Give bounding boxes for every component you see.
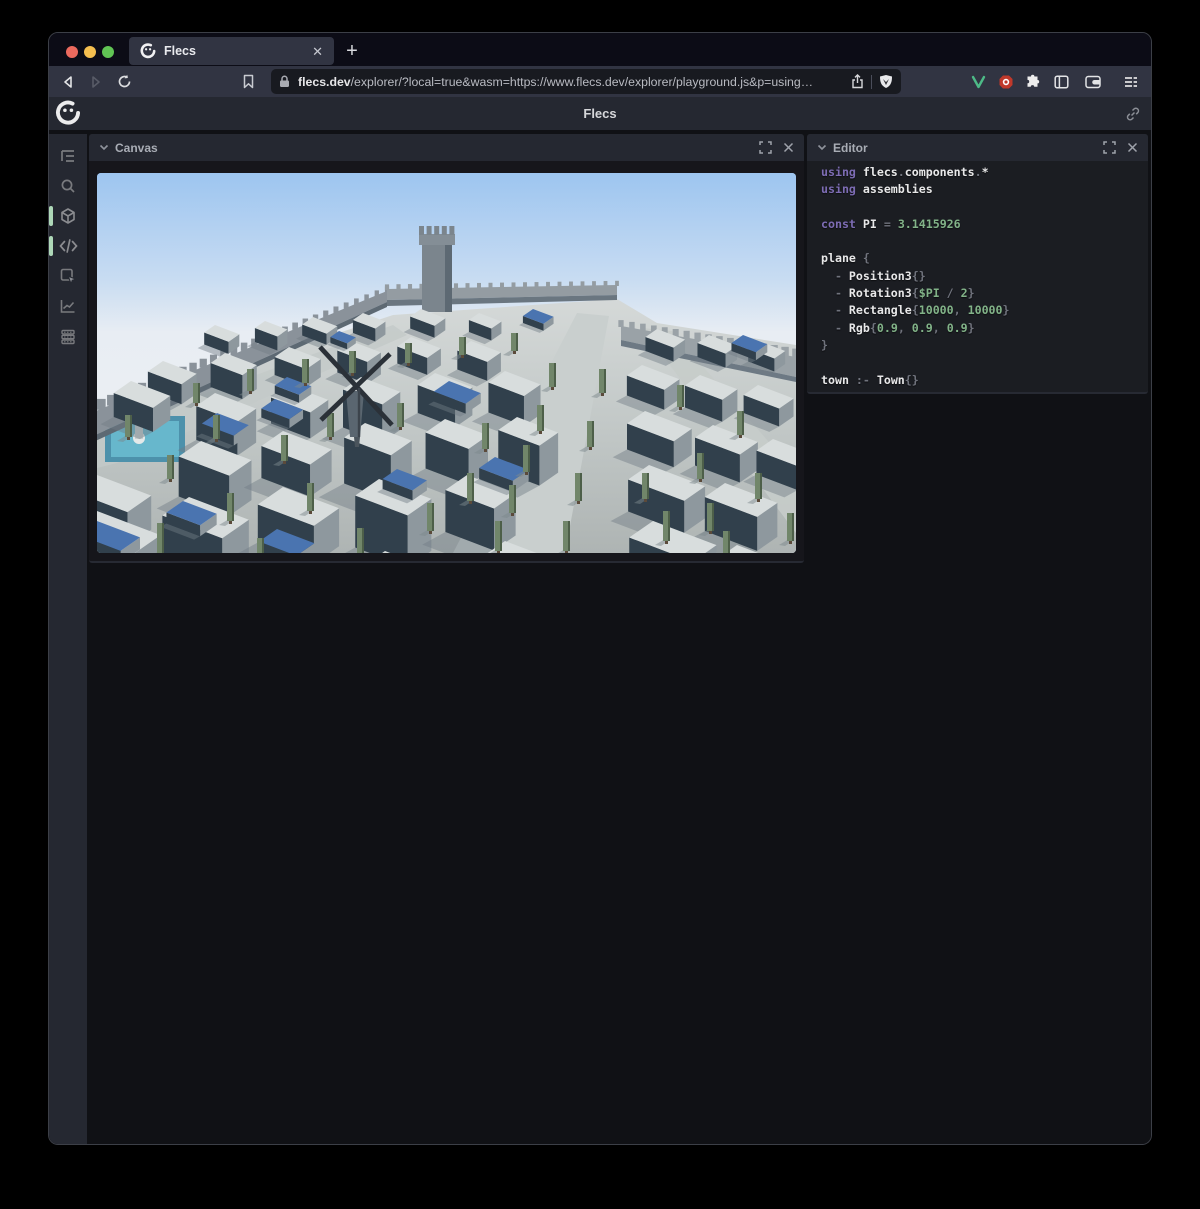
- menu-icon[interactable]: [1120, 66, 1142, 97]
- window-minimize-button[interactable]: [84, 46, 96, 58]
- code-editor-icon[interactable]: [49, 231, 87, 261]
- adblock-icon[interactable]: [995, 66, 1017, 97]
- tab-close-icon[interactable]: ✕: [312, 45, 323, 58]
- browser-window: Flecs ✕ + flecs.dev/explorer/?local=true…: [48, 32, 1152, 1145]
- canvas-close-icon[interactable]: [783, 142, 794, 153]
- queries-list-icon[interactable]: [49, 322, 87, 352]
- active-indicator-entities: [49, 206, 53, 226]
- editor-code[interactable]: using flecs.components.*using assemblies…: [807, 161, 1148, 392]
- vue-devtools-icon[interactable]: [967, 66, 989, 97]
- canvas-3d-viewport[interactable]: [97, 173, 796, 553]
- back-button[interactable]: [57, 66, 79, 97]
- new-tab-button[interactable]: +: [338, 37, 366, 65]
- editor-panel-title: Editor: [833, 141, 868, 155]
- app-sidebar: [49, 134, 87, 1144]
- editor-panel: Editor using flecs.components.*using ass…: [807, 134, 1148, 394]
- active-indicator-editor: [49, 236, 53, 256]
- town-3d-scene: [97, 173, 796, 553]
- reload-button[interactable]: [113, 66, 135, 97]
- extensions-puzzle-icon[interactable]: [1022, 66, 1044, 97]
- editor-collapse-chevron-icon[interactable]: [817, 144, 827, 151]
- canvas-panel: Canvas: [89, 134, 804, 563]
- window-close-button[interactable]: [66, 46, 78, 58]
- flecs-favicon: [140, 43, 156, 59]
- canvas-panel-title: Canvas: [115, 141, 158, 155]
- share-icon[interactable]: [851, 74, 864, 89]
- sidebar-toggle-icon[interactable]: [1050, 66, 1072, 97]
- canvas-collapse-chevron-icon[interactable]: [99, 144, 109, 151]
- url-text: flecs.dev/explorer/?local=true&wasm=http…: [298, 75, 851, 89]
- inspect-icon[interactable]: [49, 261, 87, 291]
- search-icon[interactable]: [49, 171, 87, 201]
- editor-panel-header: Editor: [807, 134, 1148, 161]
- app-main: Canvas Editor using flecs.components.*us…: [49, 130, 1151, 1144]
- lock-icon: [279, 75, 290, 88]
- browser-toolbar: flecs.dev/explorer/?local=true&wasm=http…: [49, 66, 1151, 97]
- url-bar[interactable]: flecs.dev/explorer/?local=true&wasm=http…: [271, 69, 901, 94]
- permalink-icon[interactable]: [1125, 106, 1141, 122]
- window-zoom-button[interactable]: [102, 46, 114, 58]
- stats-chart-icon[interactable]: [49, 291, 87, 321]
- tree-view-icon[interactable]: [49, 141, 87, 171]
- editor-close-icon[interactable]: [1127, 142, 1138, 153]
- tab-title: Flecs: [164, 44, 304, 58]
- app-header: Flecs: [49, 97, 1151, 130]
- shield-icon[interactable]: [879, 74, 893, 89]
- entities-cube-icon[interactable]: [49, 201, 87, 231]
- wallet-icon[interactable]: [1082, 66, 1104, 97]
- canvas-fullscreen-icon[interactable]: [759, 141, 772, 154]
- tab-bar: Flecs ✕ +: [49, 33, 1151, 66]
- forward-button[interactable]: [85, 66, 107, 97]
- browser-tab[interactable]: Flecs ✕: [129, 37, 334, 65]
- editor-fullscreen-icon[interactable]: [1103, 141, 1116, 154]
- app-title: Flecs: [49, 97, 1151, 130]
- url-separator: [871, 75, 872, 89]
- canvas-panel-header: Canvas: [89, 134, 804, 161]
- bookmark-icon[interactable]: [237, 66, 259, 97]
